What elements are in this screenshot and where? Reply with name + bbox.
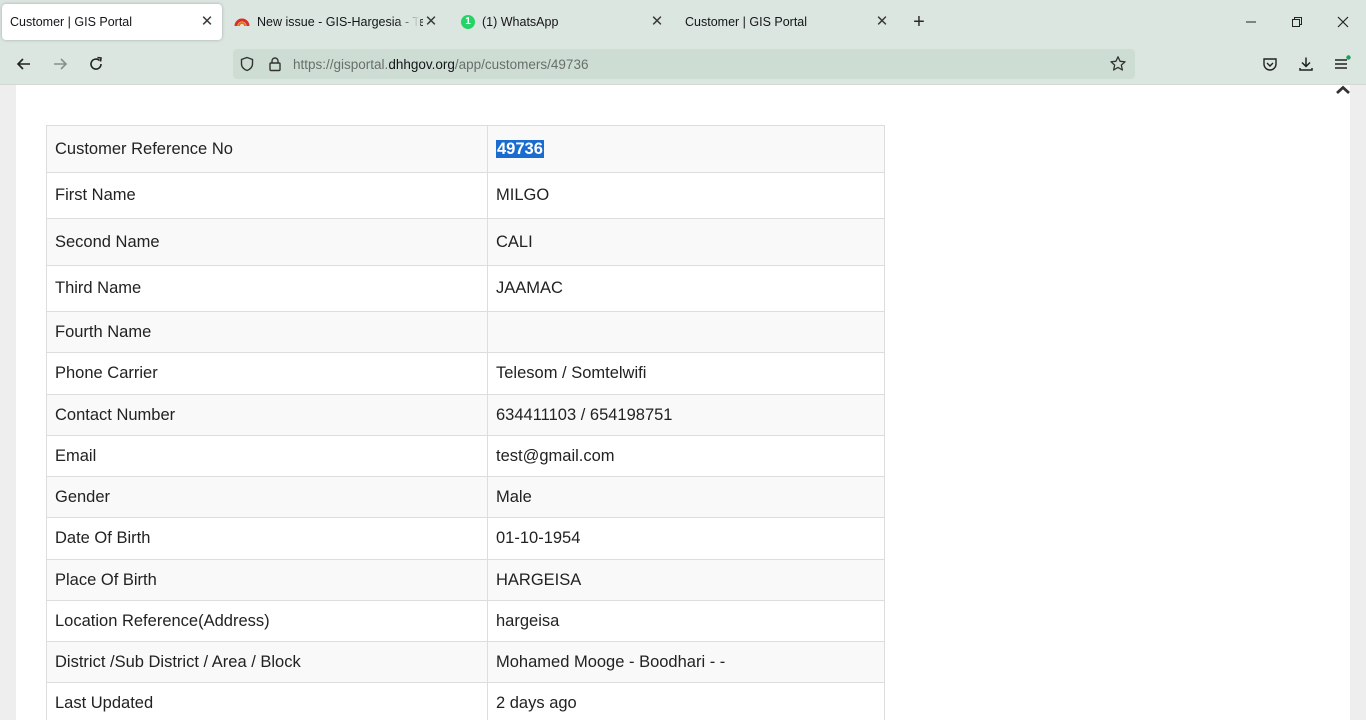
- new-tab-plus-icon[interactable]: +: [908, 11, 930, 33]
- forward-arrow-icon[interactable]: [48, 52, 72, 76]
- field-value: MILGO: [487, 172, 885, 219]
- table-row: District /Sub District / Area / Block Moh…: [46, 641, 885, 683]
- gitlab-rainbow-icon: [234, 18, 250, 27]
- field-value: test@gmail.com: [487, 435, 885, 477]
- field-label: District /Sub District / Area / Block: [46, 641, 488, 683]
- navigation-toolbar: https://gisportal.dhhgov.org/app/custome…: [0, 44, 1366, 84]
- field-label: Contact Number: [46, 394, 488, 436]
- tab-title: Customer | GIS Portal: [685, 15, 808, 29]
- table-row: Third Name JAAMAC: [46, 265, 885, 312]
- tab-strip: Customer | GIS Portal ✕ New issue - GIS-…: [0, 0, 1366, 44]
- table-row: Gender Male: [46, 476, 885, 518]
- field-label: Email: [46, 435, 488, 477]
- field-label: First Name: [46, 172, 488, 219]
- field-label: Date Of Birth: [46, 517, 488, 560]
- url-scheme-subdomain: https://gisportal.: [293, 57, 389, 72]
- field-label: Gender: [46, 476, 488, 518]
- field-value: CALI: [487, 218, 885, 266]
- field-value: Telesom / Somtelwifi: [487, 352, 885, 395]
- page-content: Customer Reference No 49736 First Name MILG…: [0, 84, 1366, 720]
- table-row: Last Updated 2 days ago: [46, 682, 885, 720]
- tab-title: (1) WhatsApp: [482, 15, 559, 29]
- field-label: Place Of Birth: [46, 559, 488, 601]
- field-label: Location Reference(Address): [46, 600, 488, 642]
- table-row: Contact Number 634411103 / 654198751: [46, 394, 885, 436]
- table-row: Place Of Birth HARGEISA: [46, 559, 885, 601]
- bookmark-star-icon[interactable]: [1109, 55, 1127, 73]
- table-row: Second Name CALI: [46, 218, 885, 266]
- download-icon[interactable]: [1294, 52, 1318, 76]
- table-row: First Name MILGO: [46, 172, 885, 219]
- tab-customer-gis-portal[interactable]: Customer | GIS Portal ✕: [678, 4, 898, 40]
- window-close-icon[interactable]: [1333, 12, 1353, 32]
- field-label: Third Name: [46, 265, 488, 312]
- tab-customer-gis-portal-active[interactable]: Customer | GIS Portal ✕: [2, 4, 222, 40]
- table-row: Email test@gmail.com: [46, 435, 885, 477]
- field-value: [487, 311, 885, 353]
- back-arrow-icon[interactable]: [12, 52, 36, 76]
- field-value: Mohamed Mooge - Boodhari - -: [487, 641, 885, 683]
- field-value: Male: [487, 476, 885, 518]
- tab-title-fade: [396, 4, 420, 40]
- customer-details-panel: Customer Reference No 49736 First Name MILG…: [16, 85, 1350, 720]
- table-row: Fourth Name: [46, 311, 885, 353]
- customer-details-table: Customer Reference No 49736 First Name MILG…: [46, 125, 885, 720]
- field-label: Fourth Name: [46, 311, 488, 353]
- close-icon[interactable]: ✕: [648, 12, 666, 30]
- table-row: Customer Reference No 49736: [46, 125, 885, 173]
- field-value: JAAMAC: [487, 265, 885, 312]
- reload-icon[interactable]: [84, 52, 108, 76]
- tab-whatsapp[interactable]: 1 (1) WhatsApp ✕: [452, 4, 672, 40]
- selected-text: 49736: [496, 139, 544, 158]
- tab-gitlab-new-issue[interactable]: New issue - GIS-Hargesia - Team ✕: [226, 4, 446, 40]
- close-icon[interactable]: ✕: [873, 12, 891, 30]
- field-value: 49736: [487, 125, 885, 173]
- pocket-icon[interactable]: [1258, 52, 1282, 76]
- field-label: Phone Carrier: [46, 352, 488, 395]
- field-value: 634411103 / 654198751: [487, 394, 885, 436]
- close-icon[interactable]: ✕: [422, 12, 440, 30]
- url-domain: dhhgov.org: [388, 57, 455, 72]
- table-row: Phone Carrier Telesom / Somtelwifi: [46, 352, 885, 395]
- url-text[interactable]: https://gisportal.dhhgov.org/app/custome…: [293, 57, 588, 72]
- app-menu-icon[interactable]: [1330, 52, 1354, 76]
- field-value: HARGEISA: [487, 559, 885, 601]
- lock-icon[interactable]: [267, 56, 283, 72]
- field-value: 01-10-1954: [487, 517, 885, 560]
- url-path: /app/customers/49736: [454, 57, 589, 72]
- field-label: Second Name: [46, 218, 488, 266]
- close-icon[interactable]: ✕: [198, 12, 216, 30]
- tab-title: Customer | GIS Portal: [10, 15, 133, 29]
- table-row: Location Reference(Address) hargeisa: [46, 600, 885, 642]
- shield-icon[interactable]: [239, 56, 255, 72]
- field-value: hargeisa: [487, 600, 885, 642]
- table-row: Date Of Birth 01-10-1954: [46, 517, 885, 560]
- field-value: 2 days ago: [487, 682, 885, 720]
- minimize-icon[interactable]: [1241, 12, 1261, 32]
- url-bar[interactable]: https://gisportal.dhhgov.org/app/custome…: [233, 49, 1135, 79]
- field-label: Customer Reference No: [46, 125, 488, 173]
- collapse-chevron-up-icon[interactable]: [1333, 85, 1353, 97]
- notification-badge: 1: [465, 16, 471, 27]
- restore-icon[interactable]: [1287, 12, 1307, 32]
- field-label: Last Updated: [46, 682, 488, 720]
